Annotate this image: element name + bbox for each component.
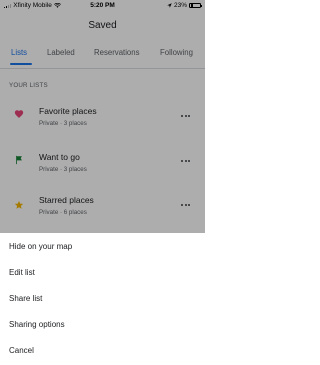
cancel-button[interactable]: Cancel <box>9 346 34 355</box>
sharing-options-option[interactable]: Sharing options <box>9 320 65 329</box>
edit-list-option[interactable]: Edit list <box>9 268 35 277</box>
saved-screen: Xfinity Mobile 5:20 PM 23% Saved Lists L… <box>0 0 205 365</box>
hide-on-map-option[interactable]: Hide on your map <box>9 242 72 251</box>
share-list-option[interactable]: Share list <box>9 294 42 303</box>
list-options-sheet: Hide on your map Edit list Share list Sh… <box>0 233 205 365</box>
